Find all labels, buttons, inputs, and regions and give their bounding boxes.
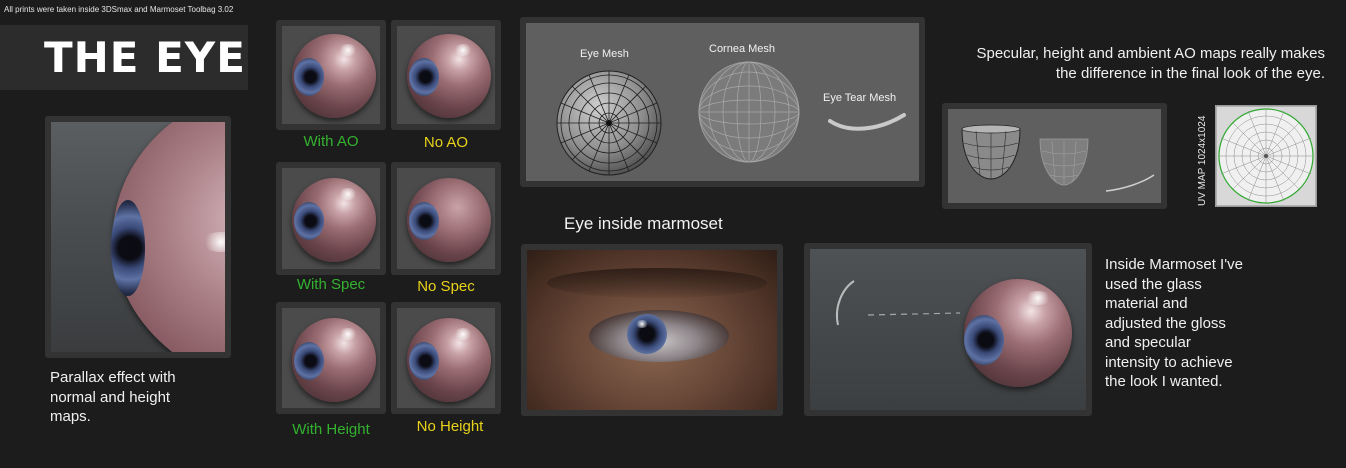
- cornea-mesh-label: Cornea Mesh: [709, 43, 776, 55]
- comparison-no-spec-frame: [391, 162, 501, 275]
- mesh-panel: Eye Mesh Cornea Mesh Eye Tear Mesh: [520, 17, 925, 187]
- highlight: [338, 328, 358, 340]
- label-no-height: No Height: [416, 418, 484, 435]
- tear-mesh-wireframe: [828, 113, 906, 131]
- specular-description: Specular, height and ambient AO maps rea…: [976, 45, 1325, 82]
- comparison-no-ao-frame: [391, 20, 501, 130]
- comparison-render: [282, 26, 380, 124]
- marmoset-description: Inside Marmoset I've used the glass mate…: [1105, 256, 1243, 390]
- cornea-mesh-wireframe: [698, 61, 800, 163]
- comparison-no-height-frame: [391, 302, 501, 414]
- parallax-render: [51, 122, 225, 352]
- iris-face: [627, 314, 667, 354]
- cornea-glass-curve: [836, 280, 961, 326]
- eye-highlight: [635, 320, 649, 328]
- iris: [409, 342, 439, 380]
- comparison-render: [397, 26, 495, 124]
- glass-highlight: [1024, 291, 1052, 305]
- label-no-spec: No Spec: [417, 278, 475, 295]
- comparison-with-ao-frame: [276, 20, 386, 130]
- eye-mesh-label: Eye Mesh: [580, 48, 629, 60]
- comparison-with-height-frame: [276, 302, 386, 414]
- tear-mesh-label: Eye Tear Mesh: [823, 92, 897, 104]
- iris: [294, 202, 324, 240]
- iris-glass: [964, 315, 1004, 365]
- highlight: [338, 188, 358, 200]
- marmoset-face-frame: [521, 244, 783, 416]
- comparison-with-spec-frame: [276, 162, 386, 275]
- eye-half-mesh: [961, 124, 1021, 180]
- comparison-render: [282, 168, 380, 269]
- label-with-spec: With Spec: [296, 276, 366, 293]
- parallax-render-frame: [45, 116, 231, 358]
- iris-closeup: [111, 200, 145, 296]
- uv-map-wireframe: [1215, 105, 1317, 207]
- iris: [294, 58, 324, 96]
- highlight: [453, 44, 473, 56]
- marmoset-heading: Eye inside marmoset: [564, 214, 723, 233]
- comparison-render: [397, 168, 495, 269]
- label-with-ao: With AO: [303, 133, 359, 150]
- label-no-ao: No AO: [423, 134, 469, 151]
- iris: [409, 58, 439, 96]
- credit-note: All prints were taken inside 3DSmax and …: [4, 5, 234, 14]
- marmoset-glass-frame: [804, 243, 1092, 416]
- mesh-viewport: Eye Mesh Cornea Mesh Eye Tear Mesh: [526, 23, 919, 181]
- cornea-half-mesh: [1039, 138, 1089, 186]
- tear-slice-mesh: [1105, 174, 1155, 192]
- iris: [294, 342, 324, 380]
- iris: [409, 202, 439, 240]
- brow: [547, 268, 767, 298]
- mesh-slice-panel: [942, 103, 1167, 209]
- highlight: [453, 328, 473, 340]
- eye-mesh-wireframe: [556, 70, 662, 176]
- comparison-render: [397, 308, 495, 408]
- comparison-render: [282, 308, 380, 408]
- mesh-slice-viewport: [948, 109, 1161, 203]
- parallax-caption: Parallax effect with normal and height m…: [50, 369, 176, 425]
- uv-map-image: [1215, 105, 1317, 207]
- highlight: [338, 44, 358, 56]
- marmoset-face-render: [527, 250, 777, 410]
- label-with-height: With Height: [292, 421, 370, 438]
- marmoset-glass-render: [810, 249, 1086, 410]
- uv-map-caption: UV MAP 1024x1024: [1197, 115, 1208, 206]
- page-title: THE EYE: [44, 33, 246, 82]
